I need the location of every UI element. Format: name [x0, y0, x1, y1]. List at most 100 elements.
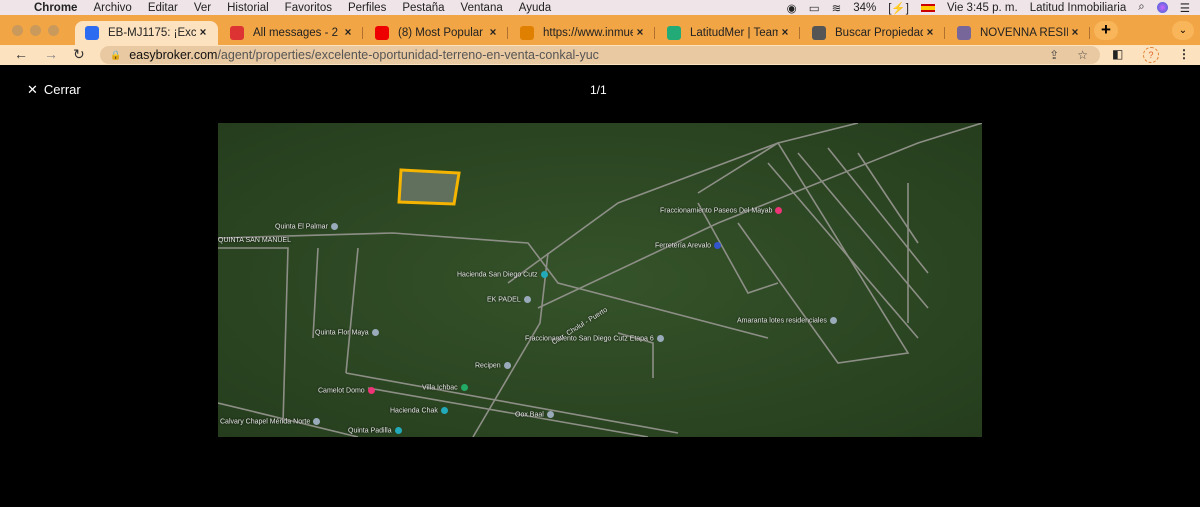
tab-title: Buscar Propiedades: [835, 27, 923, 39]
close-tab-icon[interactable]: ×: [778, 27, 792, 39]
map-pin-icon: [829, 317, 837, 324]
map-label: Hacienda San Diego Cutz: [457, 271, 548, 278]
map-label: Fraccionamiento Paseos Del Mayab: [660, 207, 783, 214]
map-label-text: Calvary Chapel Mérida Norte: [220, 418, 311, 426]
bookmark-star-icon[interactable]: ☆: [1077, 48, 1088, 62]
menu-favoritos[interactable]: Favoritos: [285, 2, 332, 14]
menu-ver[interactable]: Ver: [194, 2, 211, 14]
menu-historial[interactable]: Historial: [227, 2, 269, 14]
back-button[interactable]: ←: [14, 46, 28, 62]
control-center-icon[interactable]: ☰: [1180, 1, 1190, 15]
address-bar[interactable]: 🔒 easybroker.com/agent/properties/excele…: [100, 46, 1100, 64]
map-label: Oox Baal: [515, 411, 554, 418]
close-tab-icon[interactable]: ×: [196, 27, 210, 39]
map-label: Hacienda Chak: [390, 407, 448, 414]
new-tab-button[interactable]: +: [1094, 21, 1118, 40]
menu-archivo[interactable]: Archivo: [93, 2, 131, 14]
menu-perfiles[interactable]: Perfiles: [348, 2, 386, 14]
menu-chrome[interactable]: Chrome: [34, 2, 77, 14]
map-label: Quinta El Palmar: [275, 223, 338, 230]
close-tab-icon[interactable]: ×: [486, 27, 500, 39]
map-label-text: QUINTA SAN MANUEL: [218, 237, 291, 244]
property-boundary-highlight: [397, 168, 461, 206]
zoom-window-button[interactable]: [48, 25, 59, 36]
close-tab-icon[interactable]: ×: [341, 27, 355, 39]
map-label: Quinta Flor Maya: [315, 329, 379, 336]
chrome-menu-icon[interactable]: ⋮: [1178, 47, 1190, 61]
user-name[interactable]: Latitud Inmobiliaria: [1030, 2, 1127, 14]
lock-icon[interactable]: 🔒: [110, 50, 121, 61]
tab-separator: [362, 27, 363, 39]
tab-search-button[interactable]: ⌄: [1172, 21, 1194, 40]
siri-icon[interactable]: [1156, 2, 1168, 13]
map-pin-icon: [546, 411, 554, 418]
creative-cloud-icon[interactable]: ◉: [787, 1, 797, 15]
globe-icon: [812, 26, 826, 40]
map-pin-icon: [367, 387, 375, 394]
window-controls[interactable]: [12, 25, 59, 36]
menu-pestana[interactable]: Pestaña: [402, 2, 444, 14]
map-pin-icon: [540, 271, 548, 278]
tab-title: EB-MJ1175: ¡Excelente: [108, 27, 196, 39]
clock[interactable]: Vie 3:45 p. m.: [947, 2, 1018, 14]
share-icon[interactable]: ⇪: [1049, 48, 1059, 62]
map-label: Ferretería Arevalo: [655, 242, 722, 250]
tab-title: https://www.inmuebles: [543, 27, 633, 39]
map-pin-icon: [371, 329, 379, 336]
profile-avatar[interactable]: ?: [1143, 47, 1159, 63]
menu-ventana[interactable]: Ventana: [461, 2, 503, 14]
tab-1[interactable]: EB-MJ1175: ¡Excelente×: [75, 21, 218, 45]
close-window-button[interactable]: [12, 25, 23, 36]
tab-separator: [799, 27, 800, 39]
tab-4[interactable]: https://www.inmuebles×: [510, 21, 655, 45]
youtube-icon: [375, 26, 389, 40]
key-icon: [520, 26, 534, 40]
close-viewer-button[interactable]: ✕ Cerrar: [27, 82, 81, 98]
map-label: QUINTA SAN MANUEL: [218, 237, 291, 244]
tab-separator: [507, 27, 508, 39]
map-label: Fraccionamiento San Diego Cutz Etapa 6: [525, 335, 664, 342]
tab-separator: [944, 27, 945, 39]
reload-button[interactable]: ↻: [73, 46, 85, 63]
easybroker-icon: [85, 26, 99, 40]
tab-5[interactable]: LatitudMer | Team ×: [657, 21, 800, 45]
close-tab-icon[interactable]: ×: [923, 27, 937, 39]
spotlight-search-icon[interactable]: ⌕: [1138, 1, 1144, 14]
minimize-window-button[interactable]: [30, 25, 41, 36]
menu-ayuda[interactable]: Ayuda: [519, 2, 551, 14]
tab-6[interactable]: Buscar Propiedades×: [802, 21, 945, 45]
map-label-text: Oox Baal: [515, 411, 544, 419]
menu-editar[interactable]: Editar: [148, 2, 178, 14]
tab-title: NOVENNA RESIDENCIAL: [980, 27, 1068, 39]
tab-3[interactable]: (8) Most Popular ×: [365, 21, 508, 45]
map-label: EK PADEL: [487, 296, 531, 303]
url-path: /agent/properties/excelente-oportunidad-…: [217, 48, 599, 62]
flag-es-icon[interactable]: [920, 3, 935, 12]
map-pin-icon: [330, 223, 338, 230]
map-label: Quinta Padilla: [348, 427, 402, 434]
map-pin-icon: [313, 418, 321, 425]
close-tab-icon[interactable]: ×: [633, 27, 647, 39]
calendar-icon: [667, 26, 681, 40]
map-label-text: EK PADEL: [487, 296, 521, 304]
close-tab-icon[interactable]: ×: [1068, 27, 1082, 39]
airplay-icon[interactable]: ▭: [809, 1, 820, 15]
tab-separator: [1089, 27, 1090, 39]
map-pin-icon: [460, 384, 468, 391]
map-label: Recipen: [475, 362, 511, 369]
map-pin-icon: [394, 427, 402, 434]
tab-7[interactable]: NOVENNA RESIDENCIAL×: [947, 21, 1090, 45]
tab-title: All messages - 2: [253, 27, 339, 39]
map-label-text: Quinta Flor Maya: [315, 329, 369, 337]
battery-level[interactable]: 34%: [853, 2, 876, 14]
forward-button[interactable]: →: [44, 46, 58, 62]
image-counter: 1/1: [590, 83, 607, 97]
url-domain: easybroker.com: [129, 48, 218, 62]
map-pin-icon: [523, 296, 531, 303]
wifi-icon[interactable]: ≋: [832, 1, 842, 15]
tab-2[interactable]: All messages - 2 ×: [220, 21, 363, 45]
side-panel-icon[interactable]: ◧: [1112, 47, 1123, 61]
map-label-text: Ferretería Arevalo: [655, 242, 712, 250]
map-label: Villa Ichbac: [422, 384, 468, 391]
tab-separator: [654, 27, 655, 39]
